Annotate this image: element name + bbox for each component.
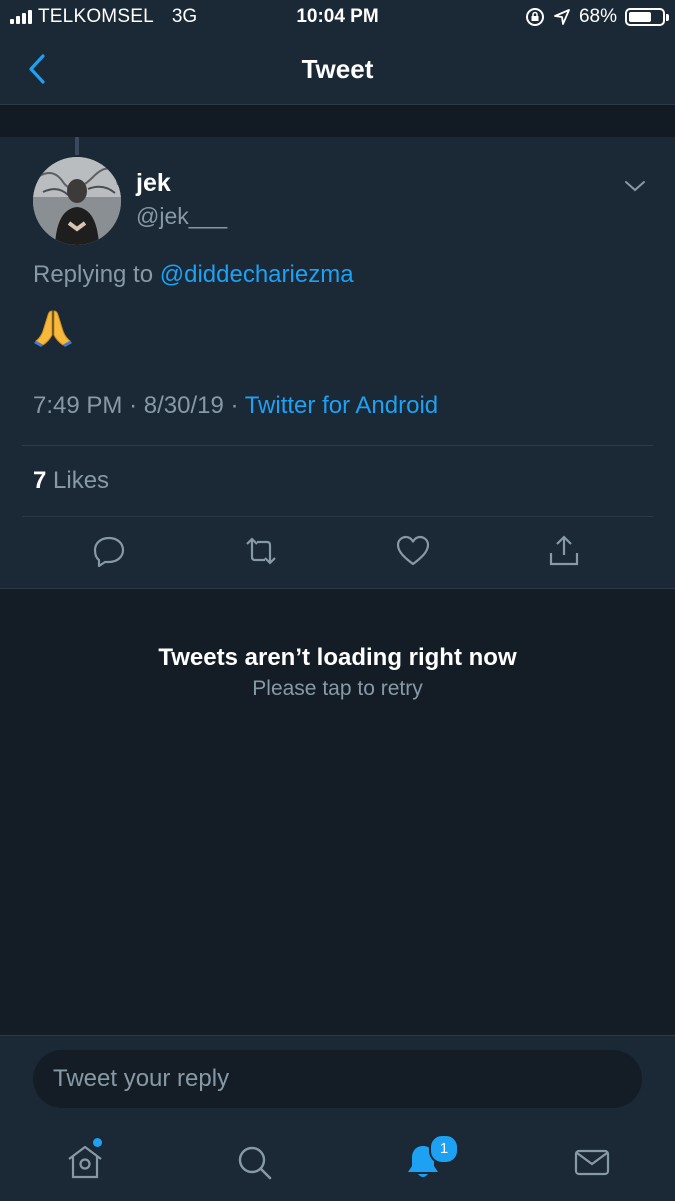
like-button[interactable]: [395, 533, 431, 569]
search-icon: [238, 1146, 272, 1180]
user-handle[interactable]: @jek___: [136, 203, 227, 230]
divider: [22, 516, 653, 517]
retry-link[interactable]: Please tap to retry: [0, 677, 675, 701]
replying-to-label: Replying to: [33, 261, 154, 288]
reply-input[interactable]: Tweet your reply: [33, 1050, 642, 1108]
page-title: Tweet: [301, 54, 374, 84]
section-gap: [0, 105, 675, 137]
folded-hands-emoji: [33, 307, 73, 347]
tweet-meta: 7:49 PM · 8/30/19 · Twitter for Android: [33, 392, 438, 420]
battery-percent: 68%: [578, 6, 617, 27]
tweet-detail: jek @jek___ Replying to @diddechariezma …: [0, 137, 675, 589]
battery-level: [629, 12, 651, 22]
like-icon: [396, 535, 430, 566]
battery-tip: [666, 14, 669, 21]
retweet-icon: [246, 537, 276, 565]
status-right: 68%: [525, 6, 669, 28]
likes-label: Likes: [53, 467, 110, 494]
tab-search[interactable]: [234, 1142, 274, 1182]
reply-button[interactable]: [91, 533, 127, 569]
meta-separator: ·: [129, 392, 138, 419]
status-bar: TELKOMSEL 3G 10:04 PM 68%: [0, 0, 675, 36]
tab-home[interactable]: [65, 1138, 105, 1182]
tweet-actions: [0, 533, 675, 573]
share-icon: [549, 535, 579, 566]
thread-line: [75, 137, 79, 155]
location-icon: [554, 9, 570, 25]
chevron-down-icon: [625, 181, 645, 192]
empty-state-title: Tweets aren’t loading right now: [158, 644, 517, 671]
meta-separator: ·: [230, 392, 239, 419]
likes-summary[interactable]: 7 Likes: [33, 467, 109, 495]
home-icon: [68, 1145, 102, 1179]
divider: [22, 445, 653, 446]
orientation-lock-icon: [525, 8, 544, 26]
notifications-badge: 1: [429, 1134, 459, 1164]
tab-messages[interactable]: [572, 1142, 612, 1182]
retweet-button[interactable]: [243, 533, 279, 569]
home-new-dot: [93, 1138, 102, 1147]
display-name[interactable]: jek: [136, 169, 171, 198]
tweet-time: 7:49 PM: [33, 392, 123, 419]
battery-icon: [625, 8, 669, 26]
replying-to-mention[interactable]: @diddechariezma: [160, 261, 354, 288]
share-button[interactable]: [546, 533, 582, 569]
tweet-date: 8/30/19: [143, 392, 224, 419]
reply-icon: [93, 536, 125, 568]
messages-icon: [574, 1149, 610, 1176]
replying-to-line: Replying to @diddechariezma: [33, 261, 354, 289]
likes-count: 7: [33, 467, 47, 494]
tweet-source-link[interactable]: Twitter for Android: [245, 392, 438, 419]
tweet-menu-button[interactable]: [622, 177, 648, 195]
tab-bar: 1: [0, 1126, 675, 1196]
avatar-photo: [33, 157, 121, 245]
tab-notifications[interactable]: 1: [403, 1134, 459, 1182]
bottom-bar: Tweet your reply 1: [0, 1035, 675, 1201]
avatar[interactable]: [33, 157, 121, 245]
nav-bar: Tweet: [0, 36, 675, 105]
